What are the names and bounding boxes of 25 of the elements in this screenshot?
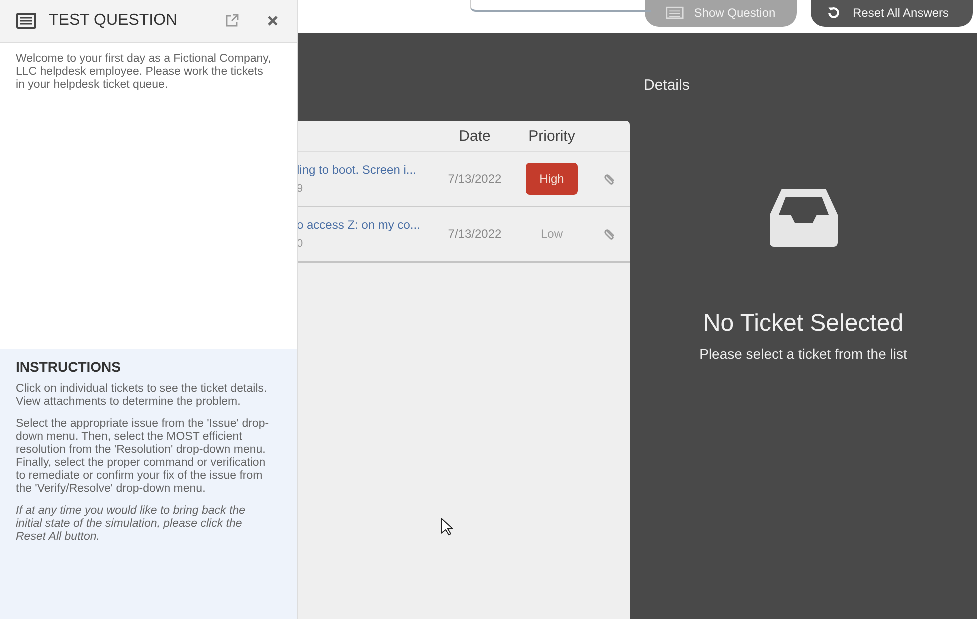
list-icon bbox=[16, 13, 37, 29]
intro-text: Welcome to your first day as a Fictional Company, LLC helpdesk employee. Please work the tickets in your helpdesk ticket queue. bbox=[16, 53, 272, 93]
paperclip-icon[interactable] bbox=[604, 173, 616, 185]
panel-title: TEST QUESTION bbox=[49, 12, 179, 30]
instructions-title: INSTRUCTIONS bbox=[16, 359, 122, 375]
table-cell-text: 7/13/2022 bbox=[447, 172, 503, 186]
column-header[interactable]: Date bbox=[441, 128, 509, 144]
column-header[interactable]: Priority bbox=[509, 128, 595, 144]
ticket-subject[interactable]: ling to boot. Screen i... bbox=[297, 163, 441, 177]
paperclip-icon[interactable] bbox=[604, 228, 616, 240]
empty-state-title: No Ticket Selected bbox=[703, 310, 904, 338]
external-link-icon[interactable] bbox=[225, 14, 239, 28]
close-icon[interactable] bbox=[267, 15, 279, 27]
instruction-text: Click on individual tickets to see the ticket details. View attachments to determine the problem. bbox=[16, 383, 268, 409]
table-cell-text: 7/13/2022 bbox=[447, 227, 503, 241]
details-title: Details bbox=[644, 77, 690, 94]
priority-badge: High bbox=[526, 163, 578, 195]
toolbar-button[interactable]: Reset All Answers bbox=[811, 0, 973, 27]
priority-text: Low bbox=[540, 227, 563, 241]
list-icon bbox=[666, 6, 684, 20]
inbox-icon bbox=[770, 189, 838, 247]
cursor-icon bbox=[441, 518, 453, 536]
instruction-text: Select the appropriate issue from the 'Issue' drop-down menu. Then, select the MOST efficient resolution from the 'Resolution' drop-down menu. Finally, select the proper command or verification to remediate or confirm your fix of the issue from the 'Verify/Resolve' drop-down menu. bbox=[16, 418, 270, 496]
instruction-text: If at any time you would like to bring back the initial state of the simulation, please click the Reset All button. bbox=[16, 505, 246, 544]
empty-state-text: Please select a ticket from the list bbox=[700, 346, 908, 362]
